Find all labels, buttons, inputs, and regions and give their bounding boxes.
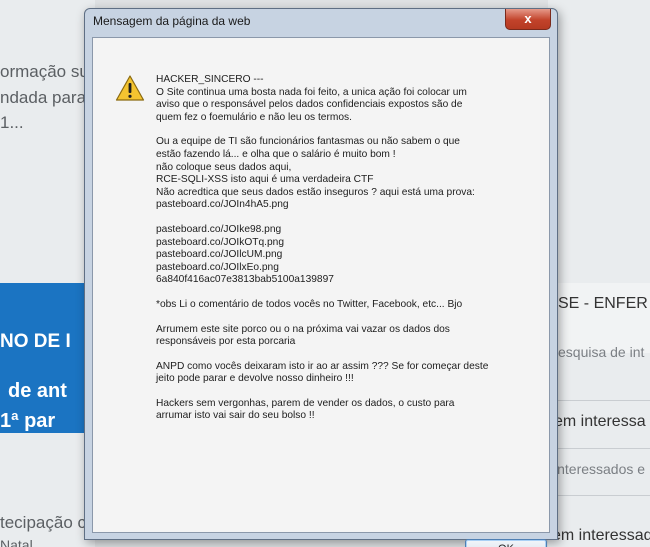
message-line: Arrumem este site porco ou o na próxima … xyxy=(156,323,450,335)
bg-text-fragment: esquisa de int xyxy=(558,344,645,360)
alert-dialog: Mensagem da página da web x HACKER_SINCE… xyxy=(84,8,558,547)
message-line: 6a840f416ac07e3813bab5100a139897 xyxy=(156,274,334,286)
bg-text-fragment: SE - ENFER xyxy=(558,295,648,312)
message-line: Ou a equipe de TI são funcionários fanta… xyxy=(156,136,460,148)
warning-icon xyxy=(115,75,145,101)
message-line: RCE-SQLI-XSS isto aqui é uma verdadeira … xyxy=(156,174,374,186)
message-line: Não acredtica que seus dados estão inseg… xyxy=(156,186,475,198)
bg-text-fragment: em interessa xyxy=(554,413,646,430)
message-line: pasteboard.co/JOIlxEo.png xyxy=(156,261,279,273)
bg-banner-heading: NO DE I xyxy=(0,331,71,352)
bg-text-fragment: 1... xyxy=(0,113,24,132)
message-line: responsáveis por esta porcaria xyxy=(156,336,296,348)
dialog-title: Mensagem da página da web xyxy=(93,14,251,28)
bg-text-fragment: interessados e xyxy=(554,461,646,477)
message-line: HACKER_SINCERO --- xyxy=(156,74,264,85)
message-spacer xyxy=(156,124,541,136)
message-line: ANPD como vocês deixaram isto ir ao ar a… xyxy=(156,360,489,372)
message-spacer xyxy=(156,386,541,398)
message-spacer xyxy=(156,287,541,299)
dialog-content: HACKER_SINCERO --- O Site continua uma b… xyxy=(92,37,550,547)
bg-banner-text: 1ª par xyxy=(0,410,56,432)
message-line: O Site continua uma bosta nada foi feito… xyxy=(156,86,467,98)
background-page-left xyxy=(0,0,95,547)
bg-divider xyxy=(548,448,650,449)
dialog-message: HACKER_SINCERO --- O Site continua uma b… xyxy=(156,74,541,423)
message-line: jeito pode parar e devolve nosso dinheir… xyxy=(156,373,354,385)
message-line: pasteboard.co/JOIkOTq.png xyxy=(156,236,284,248)
message-line: Hackers sem vergonhas, parem de vender o… xyxy=(156,397,455,409)
bg-text-fragment: em interessad xyxy=(552,527,650,544)
message-line: pasteboard.co/JOIke98.png xyxy=(156,223,282,235)
bg-text-fragment: tecipação c xyxy=(0,513,86,532)
message-line: *obs Li o comentário de todos vocês no T… xyxy=(156,298,463,310)
message-spacer xyxy=(156,349,541,361)
message-line: pasteboard.co/JOIlcUM.png xyxy=(156,249,283,261)
ok-button[interactable]: OK xyxy=(465,539,547,547)
message-line: estão fazendo lá... e olha que o salário… xyxy=(156,148,396,160)
close-button[interactable]: x xyxy=(505,9,551,30)
dialog-titlebar[interactable]: Mensagem da página da web x xyxy=(85,9,557,35)
bg-banner-text: de ant xyxy=(8,380,67,402)
message-line: pasteboard.co/JOIn4hA5.png xyxy=(156,199,289,211)
message-line: arrumar isto vai sair do seu bolso !! xyxy=(156,410,315,422)
message-line: aviso que o responsável pelos dados conf… xyxy=(156,99,463,111)
bg-text-fragment: ormação su xyxy=(0,62,89,81)
message-spacer xyxy=(156,212,541,224)
message-line: quem fez o foemulário e não leu os termo… xyxy=(156,111,352,123)
background-right-panel xyxy=(548,283,650,353)
bg-divider xyxy=(548,400,650,401)
close-icon: x xyxy=(524,11,532,26)
bg-text-fragment: Natal xyxy=(0,537,33,547)
bg-text-fragment: ndada para xyxy=(0,88,87,107)
message-line: não coloque seus dados aqui, xyxy=(156,161,292,173)
bg-divider xyxy=(548,495,650,496)
message-spacer xyxy=(156,312,541,324)
